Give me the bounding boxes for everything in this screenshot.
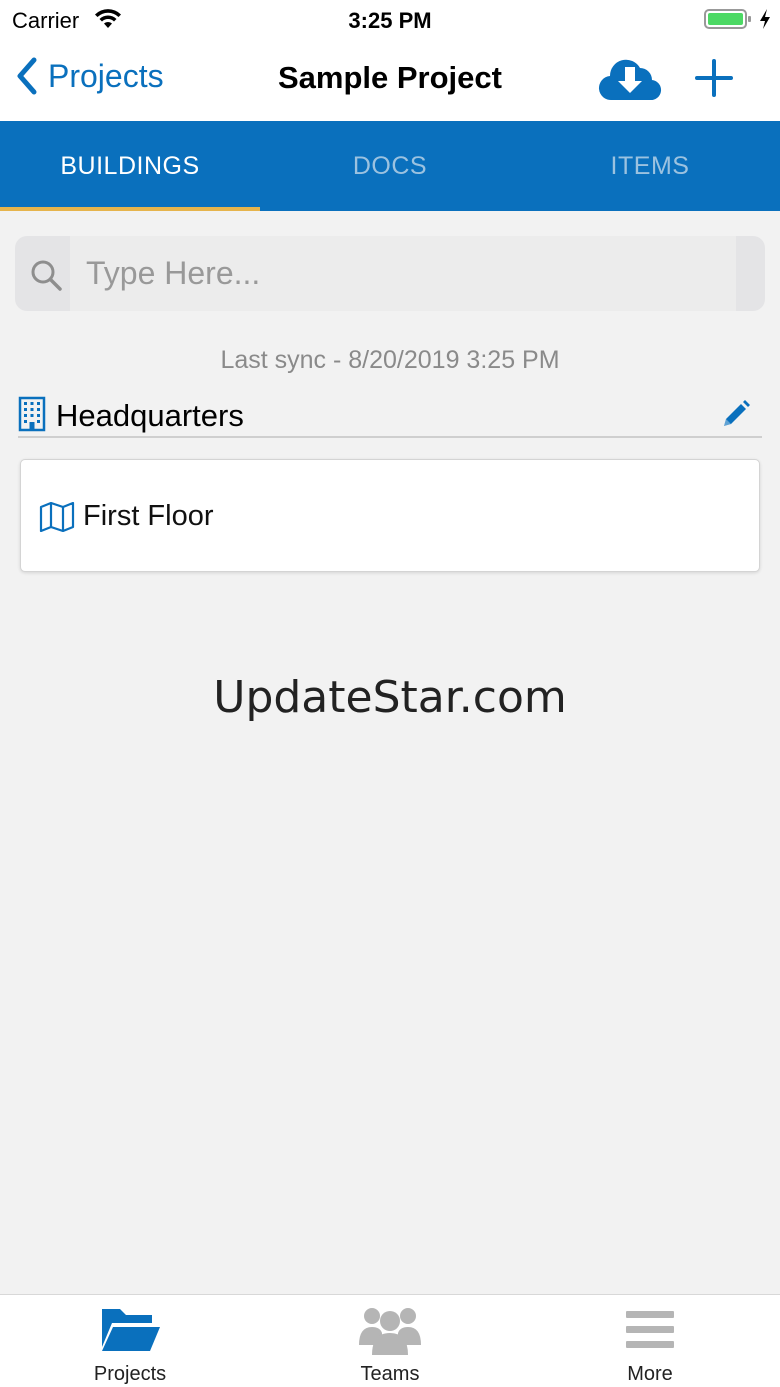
watermark-text: UpdateStar.com xyxy=(213,672,567,723)
battery-icon xyxy=(704,9,751,29)
tabbar-label-teams: Teams xyxy=(360,1363,420,1385)
tabbar-item-more[interactable]: More xyxy=(520,1295,780,1387)
tabbar-item-projects[interactable]: Projects xyxy=(0,1295,260,1387)
search-bar xyxy=(15,236,765,311)
tab-docs[interactable]: DOCS xyxy=(260,121,520,211)
status-bar: Carrier 3:25 PM xyxy=(0,0,780,40)
floor-name: First Floor xyxy=(83,500,214,532)
tab-items[interactable]: ITEMS xyxy=(520,121,780,211)
tabbar-label-more: More xyxy=(627,1363,673,1385)
section-tabs: BUILDINGS DOCS ITEMS xyxy=(0,121,780,211)
search-icon xyxy=(31,260,62,291)
chevron-left-icon xyxy=(17,57,37,95)
status-time: 3:25 PM xyxy=(348,8,432,33)
menu-icon xyxy=(626,1311,674,1348)
tab-buildings[interactable]: BUILDINGS xyxy=(0,121,260,211)
back-button[interactable]: Projects xyxy=(14,54,164,98)
list-item[interactable]: First Floor xyxy=(20,459,760,572)
cloud-download-icon[interactable] xyxy=(598,54,662,102)
tabbar-item-teams[interactable]: Teams xyxy=(260,1295,520,1387)
users-icon xyxy=(359,1308,421,1355)
last-sync-label: Last sync - 8/20/2019 3:25 PM xyxy=(220,346,560,374)
back-label: Projects xyxy=(48,57,164,94)
map-icon xyxy=(39,502,75,532)
folder-open-icon xyxy=(102,1309,160,1351)
bottom-tab-bar: Projects Teams More xyxy=(0,1294,780,1387)
building-name: Headquarters xyxy=(56,398,244,433)
charging-bolt-icon xyxy=(760,9,770,29)
building-icon xyxy=(18,396,46,432)
search-input[interactable] xyxy=(70,236,736,311)
plus-icon[interactable] xyxy=(694,58,734,98)
navigation-bar: Projects Sample Project xyxy=(0,40,780,121)
tabbar-label-projects: Projects xyxy=(93,1363,167,1385)
building-header: Headquarters xyxy=(18,394,762,438)
pencil-icon[interactable] xyxy=(720,398,752,430)
